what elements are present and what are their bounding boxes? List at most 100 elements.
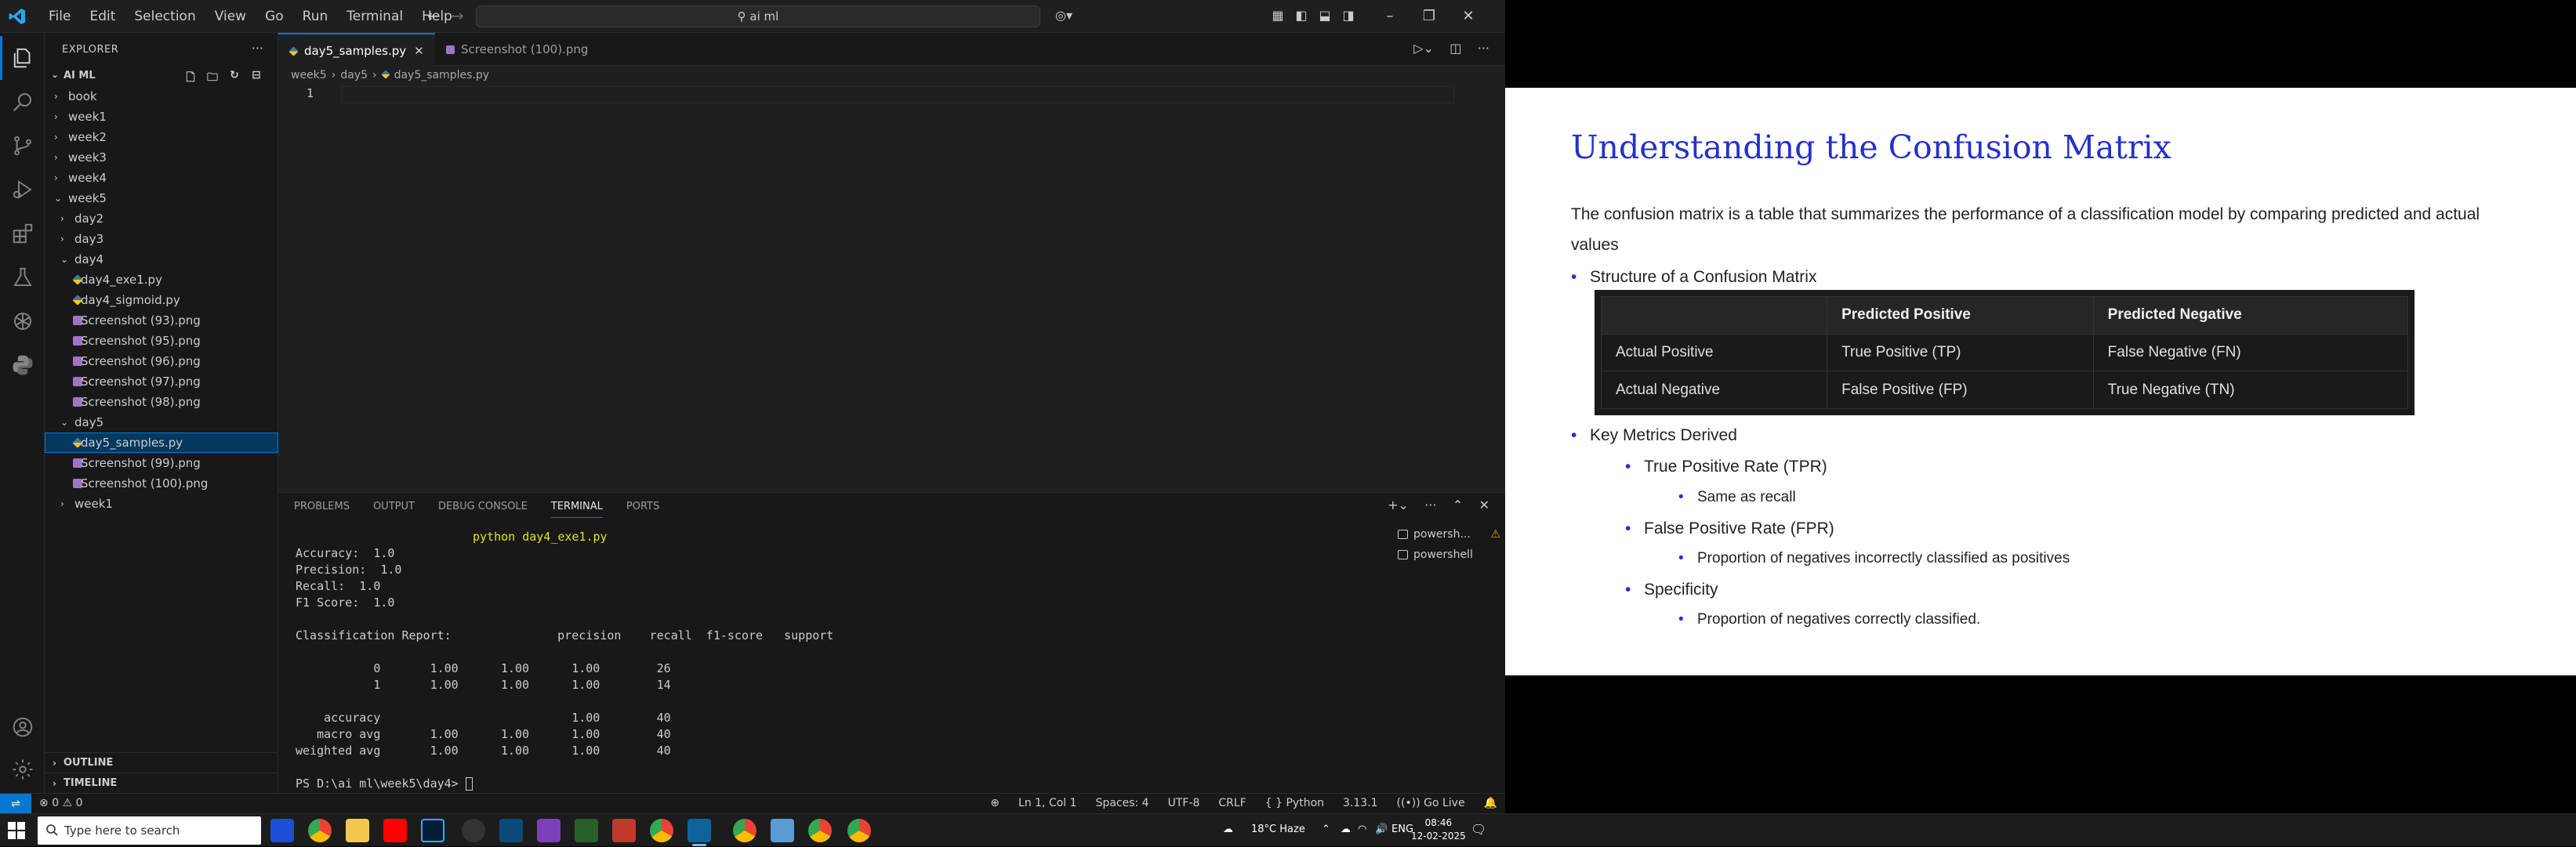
chrome-app-icon[interactable] <box>847 819 871 842</box>
app-icon[interactable] <box>575 819 598 842</box>
toggle-sidebar-icon[interactable]: ◧ <box>1293 8 1309 24</box>
restore-icon[interactable]: ❐ <box>1411 5 1447 28</box>
app-icon[interactable] <box>771 819 794 842</box>
tree-file[interactable]: day5_samples.py <box>45 433 278 453</box>
maximize-panel-icon[interactable]: ⌃ <box>1453 498 1463 512</box>
split-editor-icon[interactable]: ◫ <box>1449 41 1461 56</box>
tree-file[interactable]: Screenshot (97).png <box>45 371 278 392</box>
tree-folder[interactable]: › day3 <box>45 229 278 249</box>
more-actions-icon[interactable]: ··· <box>1478 41 1489 56</box>
accounts-icon[interactable] <box>0 705 45 749</box>
tree-file[interactable]: day4_sigmoid.py <box>45 290 278 310</box>
workspace-root[interactable]: ⌄ AI ML 🗋 🗀 ↻ ⊟ <box>45 66 278 86</box>
tree-folder[interactable]: ⌄ day4 <box>45 249 278 270</box>
vscode-app-icon[interactable] <box>688 819 711 846</box>
edge-app-icon[interactable] <box>270 819 294 842</box>
weather-icon[interactable]: ☁ <box>1223 823 1233 835</box>
timeline-section[interactable]: › TIMELINE <box>45 773 278 793</box>
manage-gear-icon[interactable] <box>0 747 45 791</box>
run-debug-icon[interactable] <box>0 168 45 212</box>
breadcrumb-item[interactable]: week5 <box>291 69 327 81</box>
new-file-icon[interactable]: 🗋 <box>183 69 198 85</box>
new-folder-icon[interactable]: 🗀 <box>205 69 220 85</box>
language-mode[interactable]: { } Python <box>1265 797 1324 809</box>
chrome-app-icon[interactable] <box>650 819 673 842</box>
windows-start-icon[interactable] <box>8 822 25 839</box>
file-explorer-app-icon[interactable] <box>346 819 369 842</box>
tree-file[interactable]: Screenshot (99).png <box>45 453 278 473</box>
problems-status[interactable]: ⊗ 0 ⚠ 0 <box>39 797 83 809</box>
terminal-output[interactable]: python day4_exe1.py Accuracy: 1.0 Precis… <box>296 529 1330 791</box>
network-icon[interactable]: ☁ <box>1341 823 1351 835</box>
explorer-activity-icon[interactable] <box>0 36 45 80</box>
end-of-line[interactable]: CRLF <box>1218 797 1246 809</box>
tree-folder[interactable]: › week4 <box>45 168 278 188</box>
chrome-app-icon[interactable] <box>733 819 756 842</box>
tree-file[interactable]: Screenshot (96).png <box>45 351 278 371</box>
notifications-icon[interactable]: 🔔 <box>1484 797 1497 809</box>
encoding[interactable]: UTF-8 <box>1168 797 1200 809</box>
youtube-app-icon[interactable] <box>383 819 407 842</box>
volume-icon[interactable]: 🔊 <box>1375 823 1388 835</box>
breadcrumb-item[interactable]: day5 <box>340 69 368 81</box>
minimize-icon[interactable]: – <box>1372 5 1408 28</box>
close-panel-icon[interactable]: ✕ <box>1479 498 1489 512</box>
go-live-button[interactable]: ((•)) Go Live <box>1397 797 1465 809</box>
menu-view[interactable]: View <box>205 8 256 25</box>
code-editor[interactable] <box>341 86 1454 103</box>
forward-arrow-icon[interactable]: → <box>451 6 464 25</box>
photoshop-app-icon[interactable] <box>421 819 444 842</box>
tab-debug-console[interactable]: DEBUG CONSOLE <box>438 501 528 518</box>
extensions-icon[interactable] <box>0 212 45 255</box>
remote-icon[interactable]: ⇌ <box>0 794 31 813</box>
testing-flask-icon[interactable] <box>0 255 45 299</box>
back-arrow-icon[interactable]: ← <box>427 6 441 25</box>
tree-folder[interactable]: › week1 <box>45 494 278 514</box>
copilot-icon[interactable]: ◎▾ <box>1050 8 1077 24</box>
wifi-icon[interactable]: ◠ <box>1358 823 1366 835</box>
menu-terminal[interactable]: Terminal <box>337 8 412 25</box>
app-icon[interactable] <box>612 819 636 842</box>
breadcrumb-item[interactable]: day5_samples.py <box>394 69 489 81</box>
indentation[interactable]: Spaces: 4 <box>1096 797 1149 809</box>
tree-file[interactable]: Screenshot (100).png <box>45 473 278 494</box>
tree-folder[interactable]: › week3 <box>45 147 278 168</box>
toggle-panel-icon[interactable]: ⬓ <box>1317 8 1333 24</box>
tab-terminal[interactable]: TERMINAL <box>550 501 603 518</box>
tray-chevron-icon[interactable]: ⌃ <box>1322 823 1330 835</box>
refresh-icon[interactable]: ↻ <box>227 69 242 85</box>
tab-ports[interactable]: PORTS <box>626 501 659 518</box>
tree-folder[interactable]: ⌄ day5 <box>45 412 278 433</box>
customize-layout-icon[interactable]: ▦ <box>1270 8 1286 24</box>
tab-output[interactable]: OUTPUT <box>373 501 415 518</box>
tree-file[interactable]: day4_exe1.py <box>45 270 278 290</box>
tree-folder[interactable]: ⌄ week5 <box>45 188 278 208</box>
tab-day5-samples[interactable]: day5_samples.py ✕ <box>278 33 435 66</box>
app-icon[interactable] <box>499 819 523 842</box>
taskbar-search[interactable]: Type here to search <box>38 816 261 845</box>
vscode-logo-icon[interactable] <box>8 7 27 26</box>
menu-selection[interactable]: Selection <box>125 8 205 25</box>
run-python-file-icon[interactable]: ▷⌄ <box>1413 41 1434 56</box>
terminal-instance[interactable]: powershell <box>1391 545 1505 565</box>
close-tab-icon[interactable]: ✕ <box>414 34 424 67</box>
menu-go[interactable]: Go <box>256 8 293 25</box>
python-icon[interactable] <box>0 343 45 387</box>
command-center-search[interactable]: ⚲ ai ml <box>476 5 1040 27</box>
more-actions-icon[interactable]: ··· <box>1424 498 1436 512</box>
more-actions-icon[interactable]: ··· <box>252 41 263 56</box>
chatgpt-icon[interactable] <box>0 299 45 343</box>
outline-section[interactable]: › OUTLINE <box>45 752 278 773</box>
notifications-icon[interactable]: 🗨 <box>1471 822 1486 837</box>
zoom-icon[interactable]: ⊕ <box>990 797 1000 809</box>
tree-folder[interactable]: › day2 <box>45 208 278 229</box>
collapse-all-icon[interactable]: ⊟ <box>249 69 264 85</box>
tree-file[interactable]: Screenshot (98).png <box>45 392 278 412</box>
tree-folder[interactable]: › week1 <box>45 107 278 127</box>
cursor-position[interactable]: Ln 1, Col 1 <box>1018 797 1077 809</box>
chatgpt-app-icon[interactable] <box>462 819 485 842</box>
visual-studio-app-icon[interactable] <box>537 819 561 842</box>
toggle-secondary-sidebar-icon[interactable]: ◨ <box>1341 8 1356 24</box>
language-indicator[interactable]: ENG <box>1391 823 1413 835</box>
tab-problems[interactable]: PROBLEMS <box>294 501 350 518</box>
